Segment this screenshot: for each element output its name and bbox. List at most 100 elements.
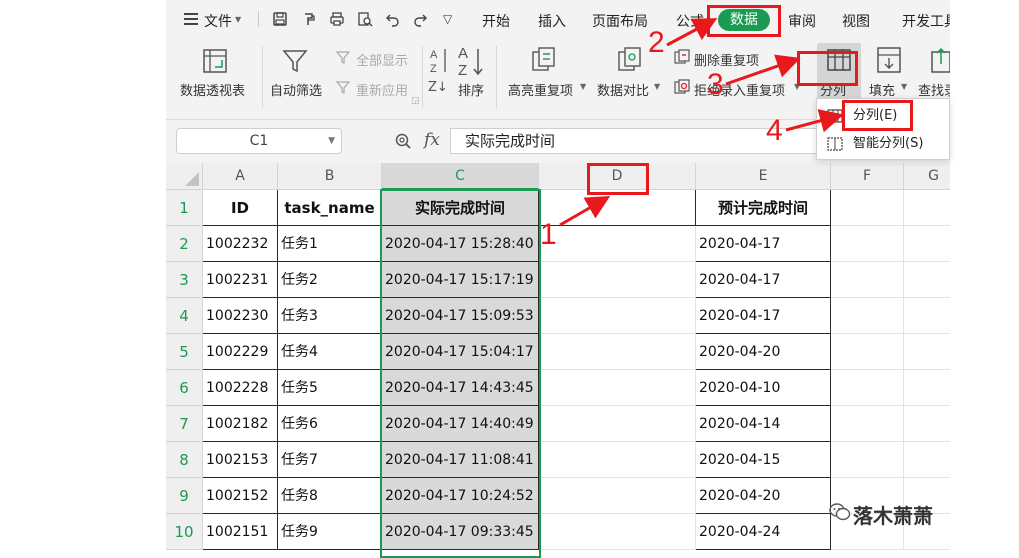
cell-task-name[interactable]: 任务5 [278, 370, 382, 406]
print-preview-icon[interactable] [357, 11, 373, 27]
file-menu-chevron-icon[interactable]: ▼ [235, 15, 241, 24]
row-header[interactable]: 9 [166, 478, 203, 514]
cell-empty-g[interactable] [904, 190, 950, 226]
cell-id[interactable]: 1002151 [203, 514, 278, 550]
remove-duplicates-icon[interactable] [674, 49, 690, 65]
pivot-table-button[interactable]: 数据透视表 [180, 80, 245, 99]
cell-id[interactable]: 1002230 [203, 298, 278, 334]
select-all-corner[interactable] [166, 163, 203, 190]
cell-actual-time[interactable]: 2020-04-17 15:28:40 [382, 226, 539, 262]
cell-id[interactable]: 1002152 [203, 478, 278, 514]
remove-duplicates-button[interactable]: 删除重复项 [694, 50, 759, 69]
cell-empty-d[interactable] [539, 262, 696, 298]
cell-empty-g[interactable] [904, 406, 950, 442]
cell-empty-f[interactable] [831, 226, 904, 262]
show-all-button[interactable]: 全部显示 [356, 50, 408, 69]
cell-empty-d[interactable] [539, 406, 696, 442]
cell-id[interactable]: 1002182 [203, 406, 278, 442]
cell-actual-time[interactable]: 2020-04-17 09:33:45 [382, 514, 539, 550]
cell-id[interactable]: 1002153 [203, 442, 278, 478]
cell-empty-f[interactable] [831, 334, 904, 370]
column-header-a[interactable]: A [203, 163, 278, 190]
filter-funnel-icon[interactable] [282, 48, 308, 74]
table-header-cell[interactable]: ID [203, 190, 278, 226]
save-icon[interactable] [272, 11, 288, 27]
cell-empty-f[interactable] [831, 190, 904, 226]
fill-dropdown-icon[interactable]: ▼ [901, 82, 907, 91]
cell-task-name[interactable]: 任务9 [278, 514, 382, 550]
sort-button[interactable]: 排序 [458, 80, 484, 99]
tab-developer[interactable]: 开发工具 [902, 11, 950, 31]
table-header-cell[interactable]: 实际完成时间 [382, 190, 539, 226]
cell-planned-time[interactable]: 2020-04-14 [696, 406, 831, 442]
zoom-search-icon[interactable] [394, 132, 412, 150]
cell-empty-f[interactable] [831, 442, 904, 478]
tab-insert[interactable]: 插入 [538, 11, 566, 31]
cell-planned-time[interactable]: 2020-04-17 [696, 298, 831, 334]
cell-empty-d[interactable] [539, 226, 696, 262]
cell-empty-d[interactable] [539, 514, 696, 550]
cell-planned-time[interactable]: 2020-04-15 [696, 442, 831, 478]
cell-task-name[interactable]: 任务8 [278, 478, 382, 514]
tab-home[interactable]: 开始 [482, 11, 510, 31]
data-compare-icon[interactable] [616, 46, 644, 74]
name-box-dropdown-icon[interactable]: ▼ [328, 129, 335, 153]
cell-actual-time[interactable]: 2020-04-17 14:43:45 [382, 370, 539, 406]
cell-actual-time[interactable]: 2020-04-17 15:09:53 [382, 298, 539, 334]
tab-page-layout[interactable]: 页面布局 [592, 11, 648, 31]
cell-task-name[interactable]: 任务2 [278, 262, 382, 298]
cell-task-name[interactable]: 任务6 [278, 406, 382, 442]
cell-planned-time[interactable]: 2020-04-24 [696, 514, 831, 550]
menu-item-smart-split[interactable]: 智能分列(S) [817, 131, 949, 157]
cell-empty-d[interactable] [539, 442, 696, 478]
row-header[interactable]: 1 [166, 190, 203, 226]
cell-planned-time[interactable]: 2020-04-20 [696, 478, 831, 514]
fill-icon[interactable] [876, 46, 902, 74]
cell-empty-d[interactable] [539, 298, 696, 334]
data-compare-button[interactable]: 数据对比 [597, 80, 649, 99]
column-header-c[interactable]: C [382, 163, 539, 190]
pivot-table-icon[interactable] [202, 48, 228, 74]
cell-empty-f[interactable] [831, 298, 904, 334]
cell-empty-d[interactable] [539, 334, 696, 370]
sort-icon[interactable]: AZ [456, 44, 486, 78]
sort-ascending-icon[interactable]: AZ [430, 46, 450, 76]
print-icon[interactable] [329, 11, 345, 27]
column-header-f[interactable]: F [831, 163, 904, 190]
table-header-cell[interactable] [539, 190, 696, 226]
reapply-button[interactable]: 重新应用 [356, 80, 408, 99]
reject-duplicates-icon[interactable] [674, 79, 690, 95]
file-menu[interactable]: 文件 [204, 11, 232, 31]
undo-icon[interactable] [385, 11, 401, 27]
highlight-dropdown-icon[interactable]: ▼ [580, 82, 586, 91]
cell-id[interactable]: 1002228 [203, 370, 278, 406]
cell-id[interactable]: 1002232 [203, 226, 278, 262]
cell-actual-time[interactable]: 2020-04-17 14:40:49 [382, 406, 539, 442]
row-header[interactable]: 2 [166, 226, 203, 262]
reapply-filter-icon[interactable] [336, 80, 350, 94]
find-entry-button[interactable]: 查找录入 [918, 80, 950, 99]
quick-access-dropdown-icon[interactable]: ▽ [443, 12, 452, 26]
compare-dropdown-icon[interactable]: ▼ [654, 82, 660, 91]
fill-button[interactable]: 填充 [869, 80, 895, 99]
row-header[interactable]: 8 [166, 442, 203, 478]
sort-descending-icon[interactable]: Z↓ [428, 80, 448, 95]
row-header[interactable]: 5 [166, 334, 203, 370]
filter-options-icon[interactable]: ◲ [411, 96, 420, 106]
column-header-b[interactable]: B [278, 163, 382, 190]
row-header[interactable]: 4 [166, 298, 203, 334]
cell-task-name[interactable]: 任务1 [278, 226, 382, 262]
cell-empty-g[interactable] [904, 262, 950, 298]
cell-empty-g[interactable] [904, 370, 950, 406]
table-header-cell[interactable]: task_name [278, 190, 382, 226]
highlight-duplicates-icon[interactable] [530, 46, 558, 74]
tab-view[interactable]: 视图 [842, 11, 870, 31]
cell-task-name[interactable]: 任务3 [278, 298, 382, 334]
cell-planned-time[interactable]: 2020-04-20 [696, 334, 831, 370]
cell-planned-time[interactable]: 2020-04-10 [696, 370, 831, 406]
cell-id[interactable]: 1002231 [203, 262, 278, 298]
cell-empty-d[interactable] [539, 478, 696, 514]
cell-empty-f[interactable] [831, 262, 904, 298]
name-box[interactable]: C1 ▼ [176, 128, 342, 154]
cell-actual-time[interactable]: 2020-04-17 10:24:52 [382, 478, 539, 514]
